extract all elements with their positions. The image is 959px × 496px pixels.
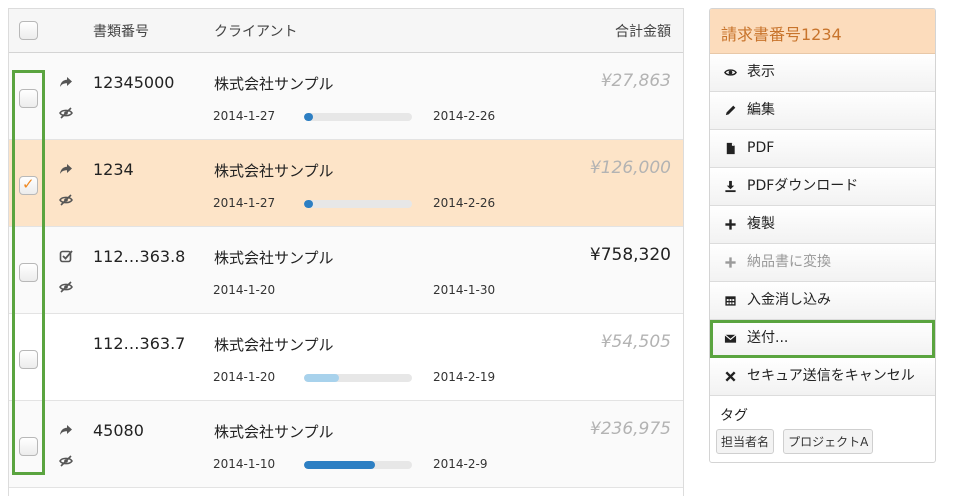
end-date: 2014-2-19 (433, 370, 496, 384)
client-name: 株式会社サンプル (214, 162, 334, 180)
download-icon (724, 180, 737, 193)
select-all-checkbox[interactable] (19, 21, 38, 40)
eye-slash-icon (59, 454, 73, 468)
client-name: 株式会社サンプル (214, 423, 334, 441)
edit-button[interactable]: 編集 (710, 92, 935, 130)
start-date: 2014-1-20 (213, 370, 276, 384)
progress-fill (304, 200, 313, 208)
invoice-action-panel: 請求書番号1234 表示 編集 PDF PDFダウンロード 複製 納品書に変換 … (709, 8, 936, 463)
tags-heading: タグ (720, 408, 748, 424)
plus-icon (724, 218, 737, 231)
progress-fill (304, 461, 376, 469)
row-checkbox[interactable] (19, 263, 38, 282)
start-date: 2014-1-27 (213, 196, 276, 210)
client-name: 株式会社サンプル (214, 75, 334, 93)
end-date: 2014-2-26 (433, 196, 496, 210)
send-label: 送付... (747, 330, 789, 346)
duplicate-label: 複製 (747, 216, 775, 232)
share-icon (59, 423, 73, 437)
start-date: 2014-1-20 (213, 283, 276, 297)
table-row[interactable]: 12345000 株式会社サンプル 2014-1-27 2014-2-26 ¥2… (9, 53, 683, 140)
file-icon (724, 142, 737, 155)
check-square-icon (59, 249, 73, 263)
row-checkbox[interactable] (19, 350, 38, 369)
doc-number[interactable]: 45080 (93, 421, 144, 440)
share-icon (59, 75, 73, 89)
amount: ¥27,863 (600, 71, 671, 91)
pdf-button[interactable]: PDF (710, 130, 935, 168)
amount: ¥54,505 (600, 332, 671, 352)
header-total[interactable]: 合計金額 (615, 21, 671, 41)
invoice-table: 書類番号 クライアント 合計金額 12345000 株式会社サンプル 2014-… (8, 8, 684, 496)
cancel-secure-send-label: セキュア送信をキャンセル (747, 368, 915, 384)
amount: ¥126,000 (589, 158, 671, 178)
eye-icon (724, 66, 737, 79)
header-doc-number[interactable]: 書類番号 (93, 21, 149, 41)
calendar-icon (724, 294, 737, 307)
pencil-icon (724, 104, 737, 117)
amount: ¥758,320 (589, 245, 671, 265)
client-name: 株式会社サンプル (214, 336, 334, 354)
view-button[interactable]: 表示 (710, 54, 935, 92)
progress-bar (304, 461, 412, 469)
end-date: 2014-2-9 (433, 457, 488, 471)
tag-item[interactable]: 担当者名 (716, 429, 775, 454)
checkmark-icon: ✓ (22, 175, 35, 193)
start-date: 2014-1-10 (213, 457, 276, 471)
view-label: 表示 (747, 64, 775, 80)
table-row[interactable]: 45080 株式会社サンプル 2014-1-10 2014-2-9 ¥236,9… (9, 401, 683, 488)
end-date: 2014-1-30 (433, 283, 496, 297)
duplicate-button[interactable]: 複製 (710, 206, 935, 244)
doc-number[interactable]: 112…363.7 (93, 334, 185, 353)
table-row-selected[interactable]: ✓ 1234 株式会社サンプル 2014-1-27 2014-2-26 ¥126… (9, 140, 683, 227)
eye-slash-icon (59, 106, 73, 120)
convert-to-delivery-note-button[interactable]: 納品書に変換 (710, 244, 935, 282)
header-client[interactable]: クライアント (214, 21, 297, 41)
payment-reconcile-button[interactable]: 入金消し込み (710, 282, 935, 320)
doc-number[interactable]: 1234 (93, 160, 134, 179)
end-date: 2014-2-26 (433, 109, 496, 123)
pdf-label: PDF (747, 140, 775, 156)
tag-list: 担当者名 プロジェクトA (710, 429, 935, 454)
row-checkbox[interactable] (19, 89, 38, 108)
payment-label: 入金消し込み (747, 292, 831, 308)
eye-slash-icon (59, 280, 73, 294)
progress-bar (304, 374, 412, 382)
progress-bar (304, 200, 412, 208)
progress-fill (304, 113, 313, 121)
tag-item[interactable]: プロジェクトA (783, 429, 874, 454)
cancel-secure-send-button[interactable]: セキュア送信をキャンセル (710, 358, 935, 396)
doc-number[interactable]: 12345000 (93, 73, 174, 92)
table-header: 書類番号 クライアント 合計金額 (9, 9, 683, 53)
share-icon (59, 162, 73, 176)
row-checkbox[interactable] (19, 437, 38, 456)
start-date: 2014-1-27 (213, 109, 276, 123)
progress-bar (304, 113, 412, 121)
pdf-download-button[interactable]: PDFダウンロード (710, 168, 935, 206)
row-checkbox-checked[interactable]: ✓ (19, 175, 38, 195)
amount: ¥236,975 (589, 419, 671, 439)
table-row[interactable]: 112…363.8 株式会社サンプル 2014-1-20 2014-1-30 ¥… (9, 227, 683, 314)
envelope-icon (724, 332, 737, 345)
close-icon (724, 370, 737, 383)
edit-label: 編集 (747, 102, 775, 118)
send-button[interactable]: 送付... (710, 320, 935, 358)
client-name: 株式会社サンプル (214, 249, 334, 267)
doc-number[interactable]: 112…363.8 (93, 247, 185, 266)
table-row[interactable]: 112…363.7 株式会社サンプル 2014-1-20 2014-2-19 ¥… (9, 314, 683, 401)
progress-fill (304, 374, 339, 382)
panel-title: 請求書番号1234 (710, 9, 935, 54)
plus-icon (724, 256, 737, 269)
pdf-download-label: PDFダウンロード (747, 178, 859, 194)
convert-label: 納品書に変換 (747, 254, 831, 270)
eye-slash-icon (59, 193, 73, 207)
